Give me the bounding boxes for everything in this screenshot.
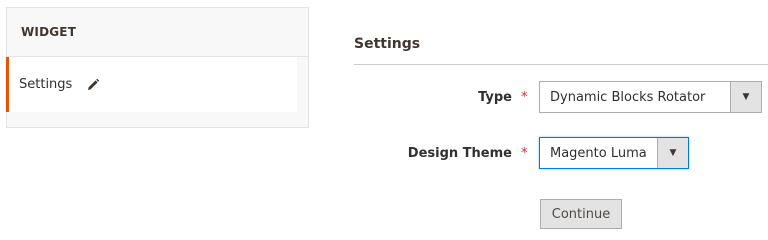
chevron-down-icon[interactable]: ▼	[730, 82, 761, 112]
design-theme-select[interactable]: Magento Luma ▼	[539, 137, 689, 169]
type-select-value: Dynamic Blocks Rotator	[550, 90, 706, 105]
widget-panel-title: WIDGET	[7, 8, 308, 57]
required-marker: *	[521, 90, 528, 105]
section-title: Settings	[354, 36, 421, 52]
continue-button[interactable]: Continue	[540, 199, 622, 229]
sidebar-item-settings[interactable]: Settings	[6, 57, 297, 112]
type-label: Type	[478, 90, 512, 105]
pencil-icon	[86, 78, 100, 92]
sidebar-item-label: Settings	[19, 77, 73, 92]
design-theme-select-value: Magento Luma	[550, 146, 647, 161]
chevron-down-icon[interactable]: ▼	[657, 138, 688, 168]
required-marker: *	[521, 146, 528, 161]
design-theme-label: Design Theme	[407, 146, 512, 161]
section-divider	[354, 64, 768, 65]
type-select[interactable]: Dynamic Blocks Rotator ▼	[539, 81, 762, 113]
